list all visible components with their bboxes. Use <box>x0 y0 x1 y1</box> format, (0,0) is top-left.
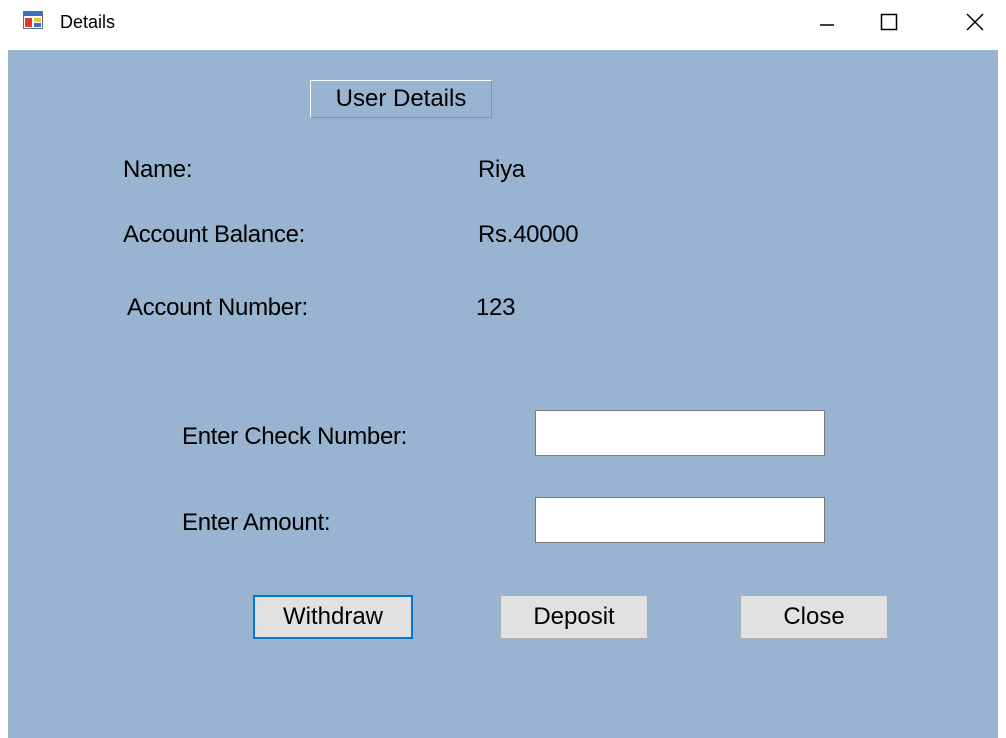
check-number-label: Enter Check Number: <box>182 423 408 450</box>
account-balance-value: Rs.40000 <box>478 221 579 248</box>
name-value: Riya <box>478 156 525 183</box>
amount-input[interactable] <box>535 497 825 543</box>
withdraw-button[interactable]: Withdraw <box>253 595 413 639</box>
minimize-button[interactable] <box>796 0 858 44</box>
deposit-button[interactable]: Deposit <box>500 595 648 639</box>
account-balance-label: Account Balance: <box>123 221 305 248</box>
winforms-app-icon <box>23 11 43 29</box>
maximize-button[interactable] <box>858 0 920 44</box>
name-label: Name: <box>123 156 193 183</box>
close-button[interactable]: Close <box>740 595 888 639</box>
minimize-icon <box>820 24 834 26</box>
close-icon <box>966 13 984 31</box>
maximize-icon <box>880 13 898 31</box>
amount-label: Enter Amount: <box>182 509 331 536</box>
details-window: Details User Details Name: Riya Account … <box>0 0 1006 738</box>
check-number-input[interactable] <box>535 410 825 456</box>
account-number-label: Account Number: <box>127 294 308 321</box>
account-number-value: 123 <box>476 294 516 321</box>
window-title: Details <box>60 12 116 32</box>
close-window-button[interactable] <box>944 0 1006 44</box>
user-details-heading: User Details <box>310 80 492 118</box>
form-client-area: User Details Name: Riya Account Balance:… <box>8 50 998 738</box>
title-bar[interactable]: Details <box>0 0 1006 50</box>
